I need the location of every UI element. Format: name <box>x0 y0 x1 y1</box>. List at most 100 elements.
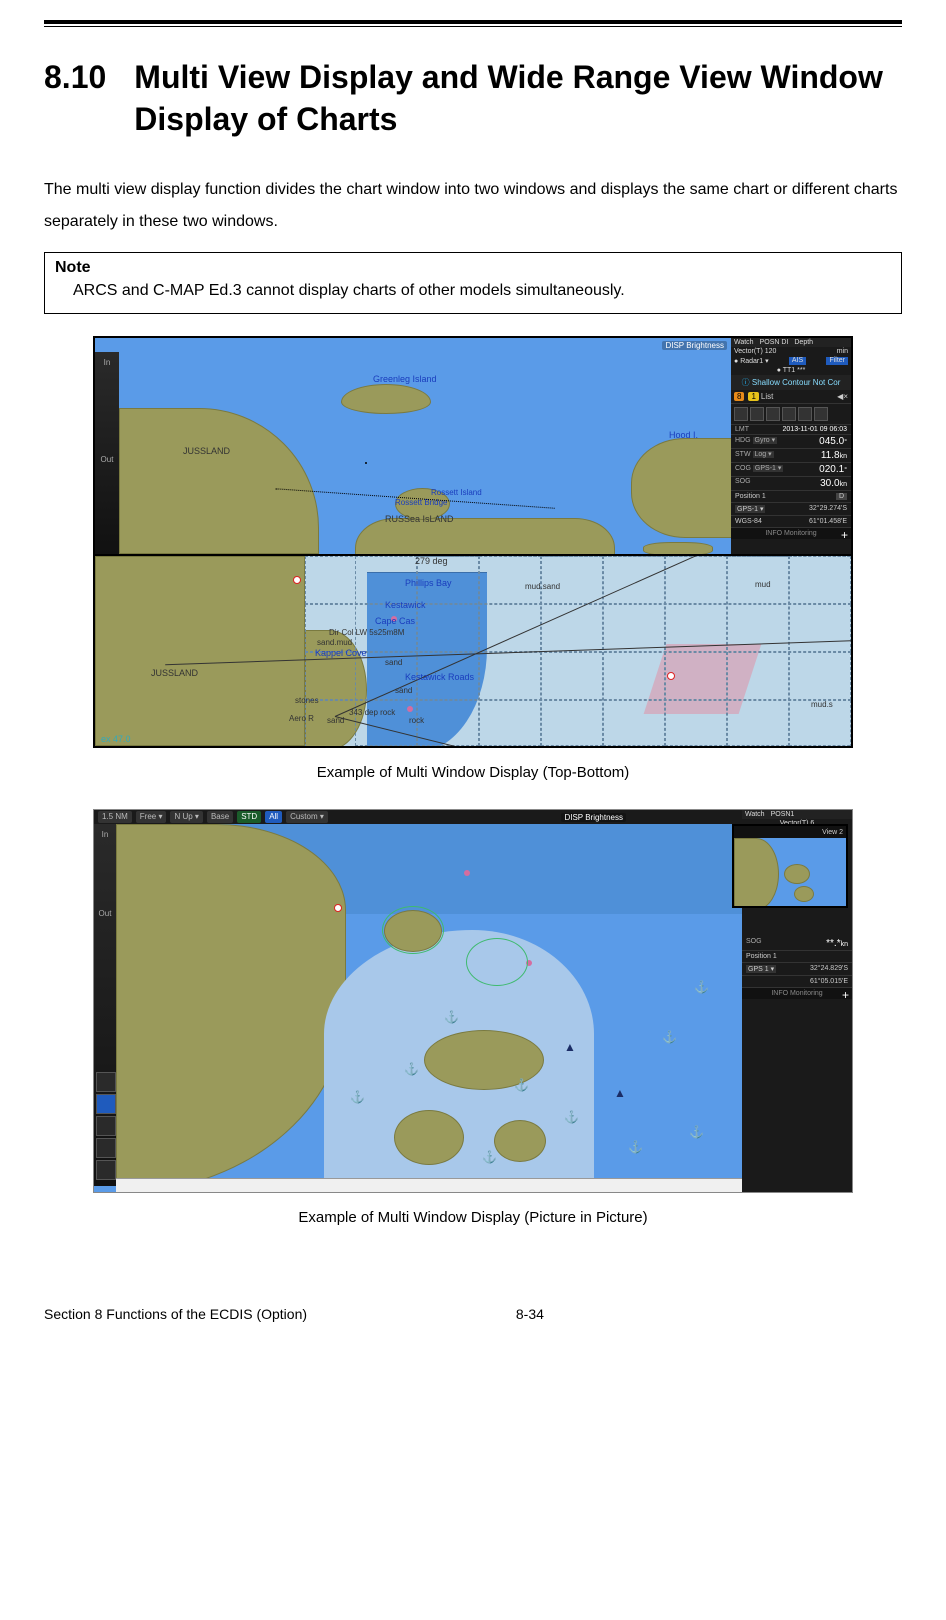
island-4 <box>494 1120 546 1162</box>
anchor-icon: ⚓ <box>350 1090 365 1104</box>
anchor-icon: ⚓ <box>689 1125 704 1139</box>
grid-col <box>789 556 851 746</box>
sog-label: SOG <box>735 478 751 489</box>
anchor-icon: ⚓ <box>662 1030 677 1044</box>
grid-col <box>665 556 727 746</box>
daynight-icon[interactable] <box>734 407 748 421</box>
sp-ais[interactable]: AIS <box>789 357 806 365</box>
note-icon[interactable] <box>782 407 796 421</box>
sp-watch[interactable]: Watch <box>734 339 754 346</box>
lmt-value: 2013-11-01 09 06:03 <box>783 426 847 433</box>
free-menu-2[interactable]: Free ▾ <box>136 811 167 823</box>
label-phillips: Phillips Bay <box>405 578 452 588</box>
top-pane[interactable]: In Out DISP Brightness Greenleg Island J… <box>95 338 851 554</box>
sp-posn[interactable]: POSN DI <box>760 339 789 346</box>
footer-section: Section 8 Functions of the ECDIS (Option… <box>44 1306 516 1322</box>
label-sand3: sand <box>327 716 344 725</box>
info-mon[interactable]: INFO Monitoring <box>765 530 816 537</box>
figure-multi-pip: 1.5 NM Free ▾ N Up ▾ Base STD All Custom… <box>93 809 853 1193</box>
sp2-lat: 32°24.829'S <box>810 965 848 973</box>
contrast-icon[interactable] <box>750 407 764 421</box>
grid-col <box>603 556 665 746</box>
pencil-tool-icon[interactable] <box>96 1072 116 1092</box>
sp2-watch[interactable]: Watch <box>745 811 765 818</box>
cog-label: COG <box>735 465 751 472</box>
pos-d[interactable]: D <box>836 493 847 500</box>
sp2-info[interactable]: INFO Monitoring <box>771 990 822 997</box>
settings-icon[interactable] <box>798 407 812 421</box>
hdg-label: HDG <box>735 437 751 444</box>
disp-brightness[interactable]: DISP Brightness <box>662 341 727 350</box>
label-jussland-b: JUSSLAND <box>151 668 198 678</box>
sp-list[interactable]: List <box>761 392 773 401</box>
select-tool-icon[interactable] <box>96 1094 116 1114</box>
anchor-icon: ⚓ <box>404 1062 419 1076</box>
zoom-in-label-2[interactable]: In <box>94 830 116 839</box>
sp-cue[interactable]: Shallow Contour Not Cor <box>752 378 840 387</box>
gps-src[interactable]: GPS-1 ▾ <box>735 505 765 513</box>
sp-tt1[interactable]: TT1 *** <box>783 367 806 374</box>
expand-icon[interactable]: + <box>841 528 848 542</box>
zoom-out-label[interactable]: Out <box>95 455 119 464</box>
anchor-icon: ⚓ <box>694 980 709 994</box>
sp2-posn[interactable]: POSN1 <box>771 811 795 818</box>
std-button-2[interactable]: STD <box>237 811 261 823</box>
ruler-tool-icon[interactable] <box>96 1116 116 1136</box>
section-number: 8.10 <box>44 57 106 99</box>
pip-title[interactable]: View 2 <box>822 829 843 836</box>
label-roads: Kestawick Roads <box>405 672 474 682</box>
zoom-bar[interactable]: In Out <box>95 352 119 554</box>
label-russland: RUSSea IsLAND <box>385 514 454 524</box>
target-icon[interactable] <box>814 407 828 421</box>
sp2-sog-v: **.* <box>826 938 840 949</box>
pip-window[interactable]: View 2 <box>732 824 848 908</box>
figure1-caption: Example of Multi Window Display (Top-Bot… <box>44 764 902 781</box>
page-footer: Section 8 Functions of the ECDIS (Option… <box>44 1306 902 1322</box>
all-button-2[interactable]: All <box>265 811 282 823</box>
land-hood-bank <box>643 542 713 554</box>
top-rule-thick <box>44 20 902 24</box>
disp-brightness-2[interactable]: DISP Brightness <box>561 813 626 822</box>
label-sand2: sand <box>395 686 412 695</box>
base-button-2[interactable]: Base <box>207 811 233 823</box>
layers-icon[interactable] <box>766 407 780 421</box>
zoom-in-label[interactable]: In <box>95 358 119 367</box>
shore-west <box>95 556 305 746</box>
sp2-sog-l: SOG <box>746 938 762 949</box>
own-ship-dot <box>365 462 367 464</box>
cog-src[interactable]: GPS-1 ▾ <box>753 465 783 472</box>
timeline-bar[interactable] <box>116 1178 742 1192</box>
expand-icon-2[interactable]: + <box>842 988 849 1002</box>
anchor-icon: ⚓ <box>514 1078 529 1092</box>
stw-src[interactable]: Log ▾ <box>753 451 774 458</box>
hdg-src[interactable]: Gyro ▾ <box>753 437 778 444</box>
sp-icon-row <box>731 404 851 425</box>
cog-value: 020.1 <box>819 464 844 475</box>
island-3 <box>394 1110 464 1165</box>
nup-menu-2[interactable]: N Up ▾ <box>170 811 202 823</box>
zoom-out-label-2[interactable]: Out <box>94 909 116 918</box>
custom-menu-2[interactable]: Custom ▾ <box>286 811 328 823</box>
sp-badge-warn[interactable]: 1 <box>748 392 758 401</box>
bottom-pane[interactable]: 279 deg Phillips Bay Kestawick Cape Cas … <box>95 554 851 746</box>
sp-filter[interactable]: Filter <box>826 357 848 365</box>
sp-badge-alert[interactable]: 8 <box>734 392 744 401</box>
sp-depth[interactable]: Depth <box>794 339 813 346</box>
stw-value: 11.8 <box>821 450 840 461</box>
redo-icon[interactable] <box>96 1138 116 1158</box>
sp-vector[interactable]: Vector(T) 120 <box>734 348 776 355</box>
pip-island <box>784 864 810 884</box>
lon-value: 61°01.458'E <box>809 518 847 525</box>
buoy-icon: ▲ <box>564 1040 576 1054</box>
sp2-gps[interactable]: GPS 1 ▾ <box>746 965 776 973</box>
grid-icon[interactable] <box>96 1160 116 1180</box>
section-heading: 8.10 Multi View Display and Wide Range V… <box>44 57 902 140</box>
label-hood: Hood I. <box>669 430 698 440</box>
sp-radar[interactable]: Radar1 ▾ <box>740 358 768 365</box>
label-mud: mud <box>755 580 771 589</box>
anchor-icon: ⚓ <box>628 1140 643 1154</box>
pip-land <box>734 838 779 908</box>
label-mudsand: mud.sand <box>525 582 560 591</box>
stw-label: STW <box>735 451 751 458</box>
label-kestawick: Kestawick <box>385 600 426 610</box>
